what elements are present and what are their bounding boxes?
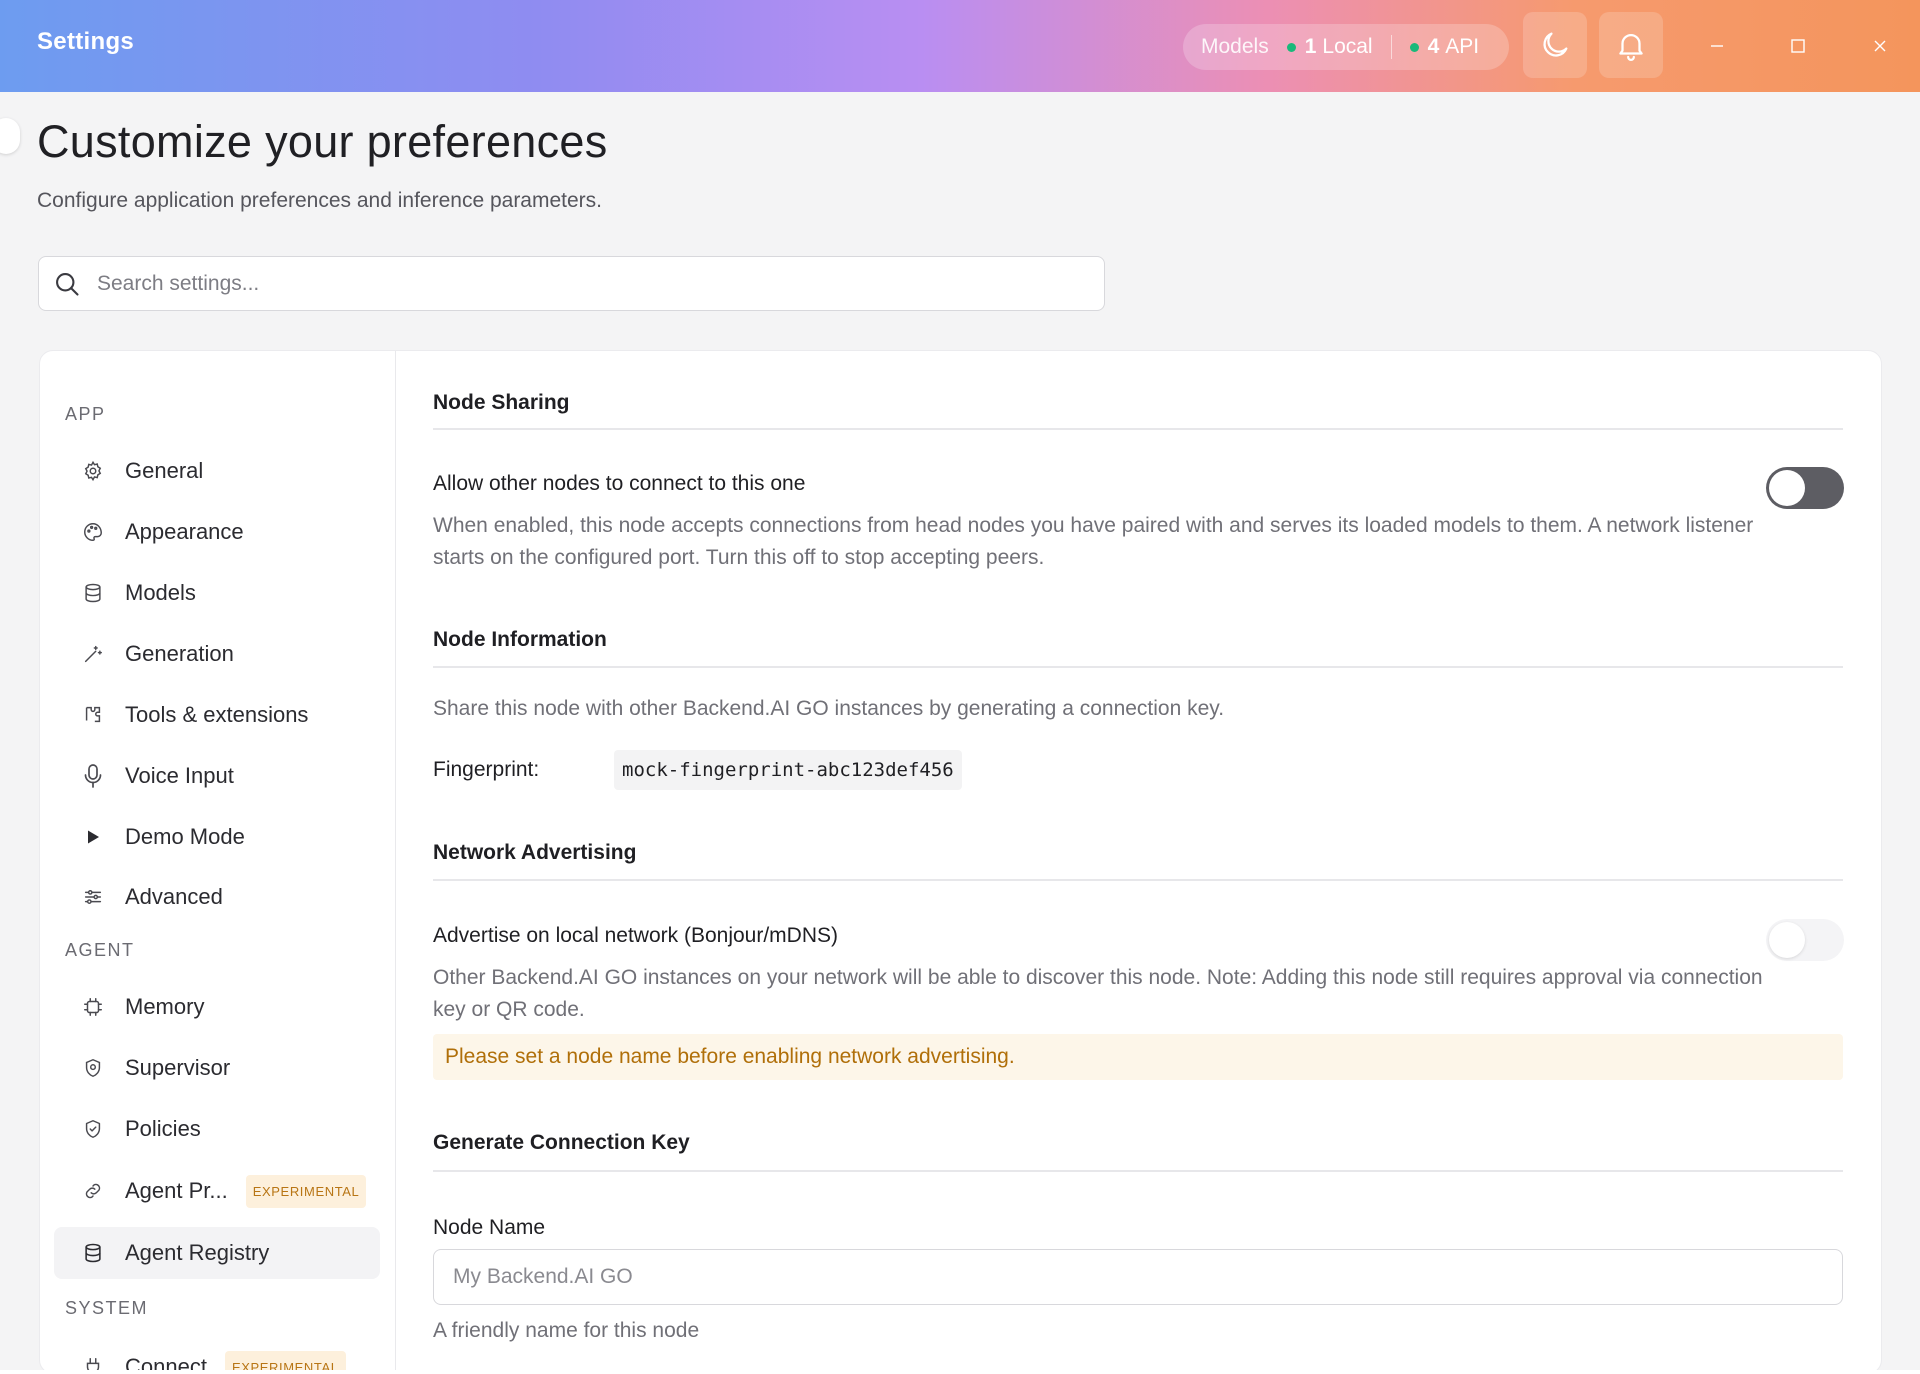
- section-divider: [433, 1170, 1843, 1172]
- app-title: Settings: [37, 28, 135, 55]
- page-subtitle: Configure application preferences and in…: [37, 189, 603, 212]
- sidebar-item-advanced[interactable]: Advanced: [54, 871, 380, 923]
- maximize-icon: [1791, 39, 1805, 53]
- sidebar-item-label: General: [125, 458, 204, 483]
- node-name-field[interactable]: [433, 1249, 1843, 1305]
- sidebar-item-tools-extensions[interactable]: Tools & extensions: [54, 689, 380, 741]
- search-icon: [56, 272, 79, 296]
- play-icon: [81, 825, 105, 849]
- toggle-knob: [1769, 922, 1805, 958]
- chip-icon: [81, 995, 105, 1019]
- sidebar-item-label: Memory: [125, 994, 205, 1019]
- local-status-dot: [1286, 42, 1296, 52]
- settings-search[interactable]: [38, 256, 1105, 311]
- sidebar-item-label: Demo Mode: [125, 824, 245, 849]
- close-icon: [1874, 40, 1886, 52]
- node-name-warning: Please set a node name before enabling n…: [433, 1034, 1843, 1080]
- wand-icon: [81, 642, 105, 666]
- sidebar-item-label: Tools & extensions: [125, 702, 309, 727]
- advertise-title: Advertise on local network (Bonjour/mDNS…: [433, 924, 838, 947]
- sidebar-item-memory[interactable]: Memory: [54, 981, 380, 1033]
- database-icon: [81, 1241, 105, 1265]
- moon-icon: [1543, 32, 1568, 57]
- close-button[interactable]: [1858, 24, 1902, 68]
- sidebar-item-supervisor[interactable]: Supervisor: [54, 1042, 380, 1094]
- sidebar-item-policies[interactable]: Policies: [54, 1103, 380, 1155]
- section-title-network-advertising: Network Advertising: [433, 841, 637, 864]
- local-count: 1: [1304, 35, 1317, 58]
- node-name-input[interactable]: [453, 1265, 1813, 1289]
- sidebar-item-models[interactable]: Models: [54, 567, 380, 619]
- allow-connections-toggle[interactable]: [1766, 467, 1844, 509]
- sidebar-item-label: Agent Registry: [125, 1240, 270, 1265]
- settings-content: Node Sharing Allow other nodes to connec…: [396, 351, 1881, 1373]
- sidebar-item-appearance[interactable]: Appearance: [54, 506, 380, 558]
- models-label: Models: [1201, 35, 1269, 58]
- sidebar-item-label: Advanced: [125, 884, 223, 909]
- theme-toggle-button[interactable]: [1523, 12, 1587, 78]
- shield-check-icon: [81, 1117, 105, 1141]
- sidebar-item-demo-mode[interactable]: Demo Mode: [54, 811, 380, 863]
- fingerprint-label: Fingerprint:: [433, 758, 540, 781]
- title-bar: Settings Models 1 Local 4 API: [0, 0, 1920, 92]
- node-information-description: Share this node with other Backend.AI GO…: [433, 697, 1225, 720]
- sidebar-item-label: Supervisor: [125, 1055, 231, 1080]
- minimize-button[interactable]: [1695, 24, 1739, 68]
- advertise-toggle[interactable]: [1766, 919, 1844, 961]
- allow-connections-title: Allow other nodes to connect to this one: [433, 472, 806, 495]
- search-input[interactable]: [97, 271, 1047, 296]
- shield-icon: [81, 1056, 105, 1080]
- group-label-app: APP: [65, 404, 106, 424]
- sidebar-item-label: Appearance: [125, 519, 244, 544]
- node-name-hint: A friendly name for this node: [433, 1319, 700, 1342]
- sidebar-item-general[interactable]: General: [54, 445, 380, 497]
- api-status-dot: [1409, 42, 1419, 52]
- sidebar-item-generation[interactable]: Generation: [54, 628, 380, 680]
- section-title-node-sharing: Node Sharing: [433, 391, 570, 414]
- minimize-icon: [1711, 45, 1723, 47]
- toggle-knob: [1769, 470, 1805, 506]
- section-divider: [433, 666, 1843, 668]
- allow-connections-description: When enabled, this node accepts connecti…: [433, 514, 1754, 569]
- sidebar-item-voice-input[interactable]: Voice Input: [54, 750, 380, 802]
- puzzle-icon: [81, 703, 105, 727]
- bell-icon: [1619, 34, 1643, 61]
- models-status-pill[interactable]: Models 1 Local 4 API: [1183, 24, 1509, 70]
- sidebar-item-agent-protocol[interactable]: Agent Pr... EXPERIMENTAL: [54, 1165, 380, 1217]
- settings-sidebar: APP General Appearance Models Generation: [40, 351, 396, 1373]
- section-divider: [433, 879, 1843, 881]
- pill-divider: [1390, 35, 1392, 59]
- api-count: 4: [1427, 35, 1440, 58]
- palette-icon: [81, 520, 105, 544]
- section-title-connection-key: Generate Connection Key: [433, 1131, 690, 1154]
- sidebar-item-label: Models: [125, 580, 196, 605]
- group-label-agent: AGENT: [65, 940, 135, 960]
- local-label: Local: [1322, 35, 1373, 58]
- section-divider: [433, 428, 1843, 430]
- sidebar-item-label: Policies: [125, 1116, 201, 1141]
- page-title: Customize your preferences: [37, 116, 608, 167]
- notifications-button[interactable]: [1599, 12, 1663, 78]
- node-name-label: Node Name: [433, 1216, 546, 1239]
- maximize-button[interactable]: [1776, 24, 1820, 68]
- sidebar-item-label: Agent Pr...: [125, 1178, 228, 1203]
- experimental-badge: EXPERIMENTAL: [245, 1174, 367, 1208]
- sliders-icon: [81, 885, 105, 909]
- settings-panel: APP General Appearance Models Generation: [39, 350, 1882, 1374]
- sidebar-item-agent-registry[interactable]: Agent Registry: [54, 1227, 380, 1279]
- api-label: API: [1445, 35, 1480, 58]
- microphone-icon: [81, 764, 105, 788]
- sidebar-item-label: Voice Input: [125, 763, 234, 788]
- group-label-system: SYSTEM: [65, 1298, 149, 1318]
- link-icon: [81, 1179, 105, 1203]
- fingerprint-value[interactable]: mock-fingerprint-abc123def456: [614, 750, 962, 790]
- section-title-node-information: Node Information: [433, 628, 607, 651]
- database-icon: [81, 581, 105, 605]
- advertise-description: Other Backend.AI GO instances on your ne…: [433, 966, 1763, 1021]
- gear-icon: [81, 459, 105, 483]
- sidebar-item-label: Generation: [125, 641, 234, 666]
- sidebar-collapse-handle[interactable]: [0, 118, 20, 154]
- window-bottom-edge: [0, 1370, 1920, 1374]
